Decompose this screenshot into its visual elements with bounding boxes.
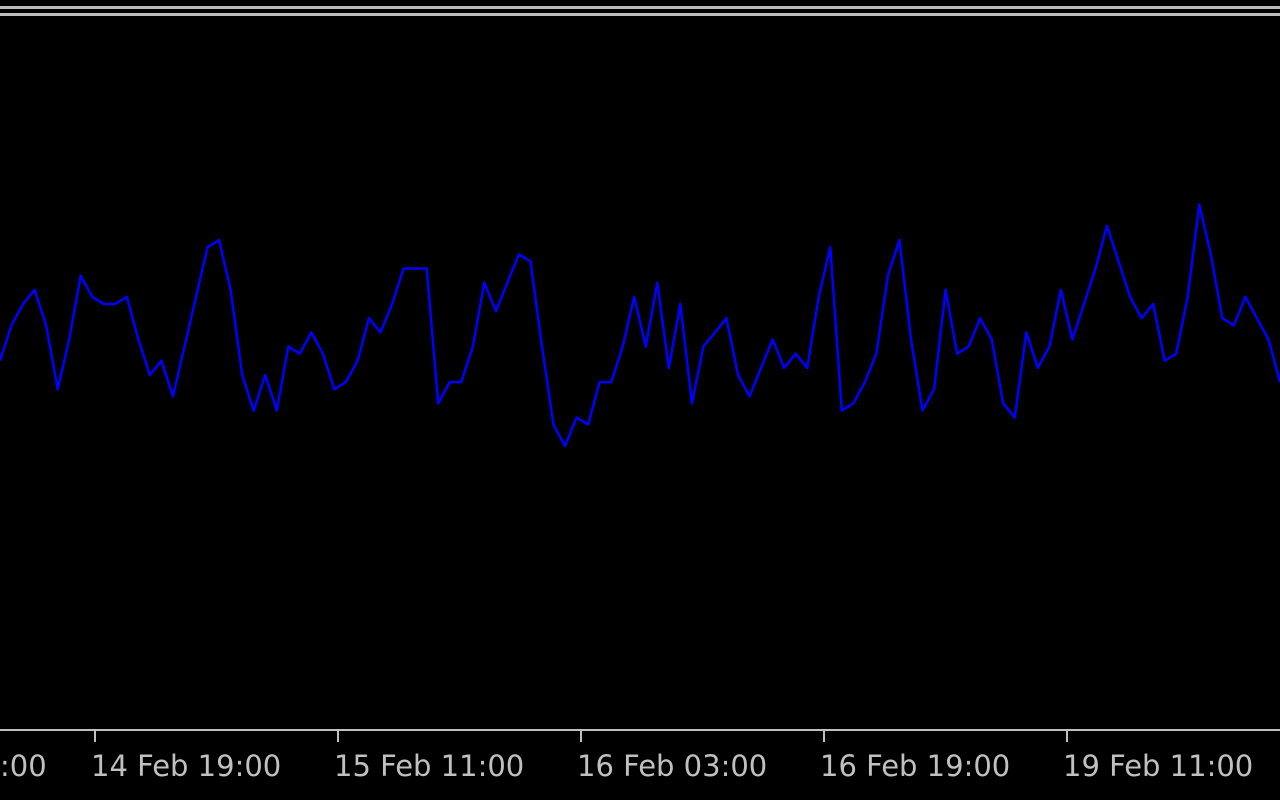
x-tick-label: 19 Feb 11:00: [1063, 749, 1253, 783]
chart-window: :00 14 Feb 19:00 15 Feb 11:00 16 Feb 03:00 1…: [0, 0, 1280, 800]
price-chart[interactable]: :00 14 Feb 19:00 15 Feb 11:00 16 Feb 03:00 1…: [0, 0, 1280, 800]
x-tick-label: 16 Feb 19:00: [820, 749, 1010, 783]
x-tick-label: :00: [0, 749, 47, 783]
plot-area[interactable]: [0, 20, 1280, 730]
x-tick-label: 14 Feb 19:00: [91, 749, 281, 783]
x-axis: :00 14 Feb 19:00 15 Feb 11:00 16 Feb 03:00 1…: [0, 729, 1280, 783]
x-tick-label: 16 Feb 03:00: [577, 749, 767, 783]
x-tick-label: 15 Feb 11:00: [334, 749, 524, 783]
plot-background: [0, 20, 1280, 730]
